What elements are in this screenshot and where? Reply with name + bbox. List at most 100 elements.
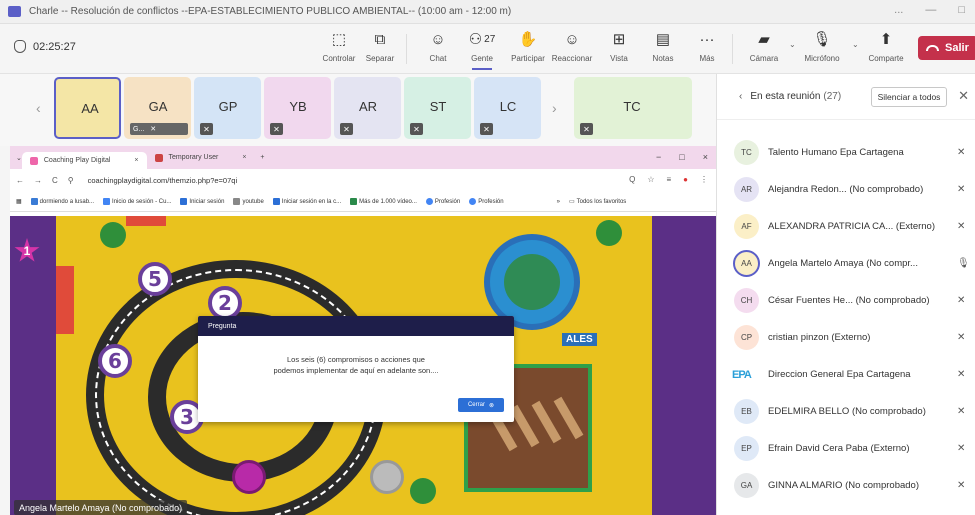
participant-row[interactable]: EB EDELMIRA BELLO (No comprobado) ✕ bbox=[717, 393, 975, 430]
camera-options-chevron-icon[interactable]: ⌄ bbox=[789, 40, 796, 49]
bookmark-item[interactable]: dormiendo a lusab... bbox=[30, 198, 94, 205]
participant-name: GINNA ALMARIO (No comprobado) bbox=[768, 480, 919, 491]
browser-tab[interactable]: Coaching Play Digital × bbox=[21, 152, 147, 169]
browser-close-button[interactable]: × bbox=[703, 152, 708, 162]
participant-row[interactable]: AA Angela Martelo Amaya (No compr... 🎙 bbox=[717, 245, 975, 282]
all-bookmarks[interactable]: ▭ Todos los favoritos bbox=[569, 198, 626, 206]
participant-tile[interactable]: AR ✕ bbox=[334, 77, 401, 139]
share-button[interactable]: ⬆ Comparte bbox=[864, 28, 908, 70]
site-info-icon[interactable]: ⚲ bbox=[68, 176, 74, 185]
tab-close-icon[interactable]: × bbox=[134, 157, 138, 164]
participant-tile[interactable]: ST ✕ bbox=[404, 77, 471, 139]
bookmark-item[interactable]: Profesión bbox=[469, 198, 504, 205]
milestone-marker[interactable]: 6 bbox=[98, 344, 132, 378]
view-button[interactable]: ⊞ Vista bbox=[597, 28, 641, 70]
bookmark-star-icon[interactable]: ☆ bbox=[647, 175, 654, 184]
avatar: CP bbox=[734, 325, 759, 350]
maximize-button[interactable]: □ bbox=[958, 4, 965, 16]
panel-header: ‹ En esta reunión (27) Silenciar a todos… bbox=[717, 74, 975, 120]
bookmarks-overflow-icon[interactable]: » bbox=[557, 199, 560, 205]
participant-tile[interactable]: GP ✕ bbox=[194, 77, 261, 139]
participant-row[interactable]: GA GINNA ALMARIO (No comprobado) ✕ bbox=[717, 467, 975, 504]
avatar: GP bbox=[208, 86, 248, 126]
browser-minimize-button[interactable]: − bbox=[656, 152, 661, 162]
car-token-icon[interactable] bbox=[370, 460, 404, 494]
participant-tile[interactable]: YB ✕ bbox=[264, 77, 331, 139]
control-button[interactable]: ⬚ Controlar bbox=[317, 28, 361, 70]
notes-button[interactable]: ▤ Notas bbox=[641, 28, 685, 70]
raise-hand-icon: ✋ bbox=[518, 31, 538, 48]
pop-out-button[interactable]: ⧉ Separar bbox=[358, 28, 402, 70]
more-button[interactable]: ··· Más bbox=[685, 28, 729, 70]
participant-row[interactable]: EPA Direccion General Epa Cartagena ✕ bbox=[717, 356, 975, 393]
participant-row[interactable]: AR Alejandra Redon... (No comprobado) ✕ bbox=[717, 171, 975, 208]
strip-prev-chevron-icon[interactable]: ‹ bbox=[36, 100, 41, 116]
participant-name: ALEXANDRA PATRICIA CA... (Externo) bbox=[768, 221, 936, 232]
participant-row[interactable]: CH César Fuentes He... (No comprobado) ✕ bbox=[717, 282, 975, 319]
chat-button[interactable]: ☺ Chat bbox=[416, 28, 460, 70]
shield-icon bbox=[14, 40, 26, 53]
camera-off-icon: ▰ bbox=[758, 31, 770, 48]
microphone-button[interactable]: 🎙 Micrófono bbox=[800, 28, 844, 70]
mute-all-button[interactable]: Silenciar a todos bbox=[871, 87, 947, 107]
search-icon[interactable]: Q bbox=[629, 175, 635, 184]
react-label: Reaccionar bbox=[551, 54, 593, 63]
site-favicon-icon bbox=[29, 156, 38, 165]
extensions-icon[interactable]: ≡ bbox=[666, 175, 671, 184]
mic-options-chevron-icon[interactable]: ⌄ bbox=[852, 40, 859, 49]
url-field[interactable]: coachingplaydigital.com/themzio.php?e=07… bbox=[88, 176, 237, 185]
bookmark-item[interactable]: Iniciar sesión en la c... bbox=[272, 198, 341, 205]
player-star-icon: 1 bbox=[14, 238, 40, 262]
chat-label: Chat bbox=[429, 54, 447, 63]
bookmark-item[interactable]: Iniciar sesión bbox=[180, 198, 224, 205]
bookmark-favicon-icon bbox=[233, 198, 241, 205]
forward-arrow-icon[interactable]: → bbox=[34, 176, 42, 185]
milestone-marker[interactable]: 5 bbox=[138, 262, 172, 296]
mic-off-icon: ✕ bbox=[580, 123, 593, 135]
participant-name: Alejandra Redon... (No comprobado) bbox=[768, 184, 924, 195]
react-button[interactable]: ☺ Reaccionar bbox=[550, 28, 594, 70]
participant-row[interactable]: TC Talento Humano Epa Cartagena ✕ bbox=[717, 134, 975, 171]
participants-panel: ‹ En esta reunión (27) Silenciar a todos… bbox=[716, 74, 975, 515]
tab-close-icon[interactable]: × bbox=[242, 154, 246, 161]
browser-tab[interactable]: Temporary User × bbox=[147, 149, 255, 166]
mic-on-icon: 🎙 bbox=[957, 258, 970, 269]
camera-button[interactable]: ▰ Cámara bbox=[742, 28, 786, 70]
bookmark-item[interactable]: Profesión bbox=[425, 198, 460, 205]
shared-browser-window: ⌄ Coaching Play Digital × Temporary User… bbox=[10, 146, 718, 216]
close-panel-icon[interactable]: ✕ bbox=[958, 88, 969, 104]
board-decoration bbox=[126, 216, 166, 226]
bookmark-item[interactable]: Inicio de sesión - Cu... bbox=[103, 198, 171, 205]
close-dialog-button[interactable]: Cerrar ⊗ bbox=[458, 398, 504, 412]
browser-menu-icon[interactable]: ⋮ bbox=[700, 175, 708, 184]
bookmark-label: Profesión bbox=[478, 198, 504, 205]
participant-row[interactable]: EP Efrain David Cera Paba (Externo) ✕ bbox=[717, 430, 975, 467]
people-button[interactable]: ⚇ 27 Gente bbox=[460, 28, 504, 70]
browser-menu-chevron-icon[interactable]: ⌄ bbox=[16, 154, 22, 162]
minimize-button[interactable]: — bbox=[925, 4, 936, 16]
back-chevron-icon[interactable]: ‹ bbox=[739, 91, 742, 102]
participant-tile[interactable]: LC ✕ bbox=[474, 77, 541, 139]
new-tab-button[interactable]: + bbox=[260, 154, 264, 161]
strip-next-chevron-icon[interactable]: › bbox=[552, 100, 557, 116]
participant-tile[interactable]: GA G... ✕ bbox=[124, 77, 191, 139]
participant-tile[interactable]: TC ✕ bbox=[574, 77, 692, 139]
leave-label: Salir bbox=[945, 42, 969, 54]
bookmark-item[interactable]: youtube bbox=[233, 198, 264, 205]
bus-token-icon[interactable] bbox=[232, 460, 266, 494]
apps-grid-icon[interactable]: ▦ bbox=[16, 198, 22, 205]
profile-icon[interactable]: ● bbox=[683, 175, 688, 184]
chip-label: G... bbox=[133, 125, 145, 133]
participant-tile[interactable]: AA bbox=[54, 77, 121, 139]
participant-row[interactable]: AF ALEXANDRA PATRICIA CA... (Externo) ✕ bbox=[717, 208, 975, 245]
back-arrow-icon[interactable]: ← bbox=[16, 176, 24, 185]
more-options-button[interactable]: ... bbox=[894, 4, 903, 16]
milestone-marker[interactable]: 2 bbox=[208, 286, 242, 320]
participant-row[interactable]: CP cristian pinzon (Externo) ✕ bbox=[717, 319, 975, 356]
raise-hand-button[interactable]: ✋ Participar bbox=[506, 28, 550, 70]
reload-icon[interactable]: C bbox=[52, 176, 58, 185]
browser-maximize-button[interactable]: □ bbox=[679, 152, 684, 162]
bookmark-item[interactable]: Más de 1.000 vídeo... bbox=[350, 198, 417, 205]
leave-button[interactable]: Salir bbox=[918, 36, 975, 60]
question-dialog: Pregunta Los seis (6) compromisos o acci… bbox=[198, 316, 514, 422]
